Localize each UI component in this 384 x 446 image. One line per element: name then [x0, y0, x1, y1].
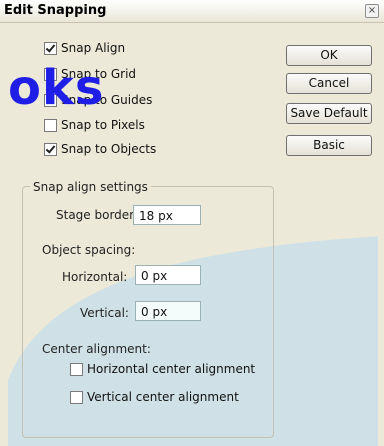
save-default-button[interactable]: Save Default	[286, 103, 372, 124]
object-spacing-label: Object spacing:	[42, 243, 136, 257]
vertical-center-alignment-checkbox[interactable]	[70, 390, 83, 404]
snap-to-pixels-checkbox[interactable]	[44, 118, 57, 132]
vertical-spacing-label: Vertical:	[80, 306, 129, 320]
window-frame-left	[0, 22, 8, 446]
basic-button[interactable]: Basic	[286, 135, 372, 156]
snap-to-objects-option[interactable]: Snap to Objects	[44, 141, 156, 157]
snap-to-pixels-label: Snap to Pixels	[61, 118, 145, 132]
title-bar[interactable]: Edit Snapping ×	[0, 0, 384, 23]
snap-to-objects-label: Snap to Objects	[61, 142, 157, 156]
snap-align-settings-legend: Snap align settings	[30, 180, 151, 194]
edit-snapping-dialog: Edit Snapping × Snap Align Snap to Grid …	[0, 0, 384, 446]
horizontal-spacing-label: Horizontal:	[62, 270, 128, 284]
horizontal-center-alignment-option[interactable]: Horizontal center alignment	[70, 361, 255, 377]
window-frame-right	[378, 22, 384, 446]
vertical-center-alignment-label: Vertical center alignment	[87, 390, 239, 404]
snap-align-label: Snap Align	[61, 41, 126, 55]
snap-align-checkbox[interactable]	[44, 41, 57, 55]
close-button[interactable]: ×	[365, 4, 379, 18]
vertical-center-alignment-option[interactable]: Vertical center alignment	[70, 389, 239, 405]
cancel-button[interactable]: Cancel	[286, 73, 372, 94]
snap-align-option[interactable]: Snap Align	[44, 40, 125, 56]
window-title: Edit Snapping	[4, 3, 107, 18]
center-alignment-label: Center alignment:	[42, 342, 151, 356]
snap-to-pixels-option[interactable]: Snap to Pixels	[44, 117, 145, 133]
snap-to-objects-checkbox[interactable]	[44, 142, 57, 156]
vertical-spacing-field[interactable]: 0 px	[135, 301, 201, 321]
stage-border-field[interactable]: 18 px	[133, 205, 201, 225]
horizontal-center-alignment-label: Horizontal center alignment	[87, 362, 256, 376]
horizontal-spacing-field[interactable]: 0 px	[135, 265, 201, 285]
horizontal-center-alignment-checkbox[interactable]	[70, 362, 83, 376]
close-icon: ×	[367, 5, 377, 16]
stage-border-label: Stage border:	[56, 208, 138, 222]
ok-button[interactable]: OK	[286, 45, 372, 66]
watermark-text: oks	[8, 60, 105, 116]
